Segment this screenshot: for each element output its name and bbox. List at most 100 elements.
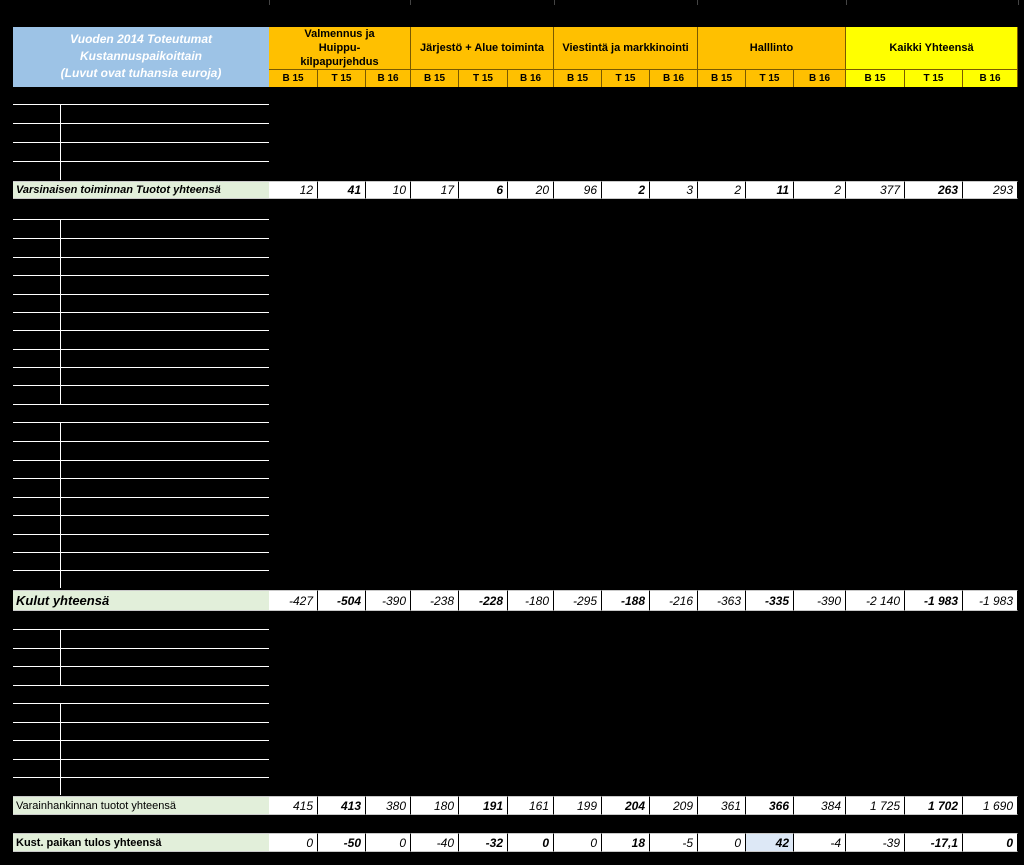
value-cell: 377 [846,181,905,199]
grid-line [13,275,269,276]
value-cell: 191 [459,796,508,815]
value-cell: -2 140 [846,590,905,611]
grid-line [60,629,61,685]
value-cell: 0 [366,833,411,852]
value-cell: -188 [602,590,650,611]
grid-line [13,330,269,331]
subheader-b15-0: B 15 [269,69,318,87]
value-cell: 1 690 [963,796,1018,815]
grid-line [13,385,269,386]
value-cell: -32 [459,833,508,852]
subheader-t15-0: T 15 [318,69,366,87]
grid-line [13,460,269,461]
value-cell: -238 [411,590,459,611]
value-cell: 20 [508,181,554,199]
value-cell: 0 [554,833,602,852]
row-label-varainhankinta: Varainhankinnan tuotot yhteensä [13,796,269,815]
grid-line [13,294,269,295]
subheader-b15-2: B 15 [554,69,602,87]
grid-line [13,312,269,313]
value-cell: -504 [318,590,366,611]
value-cell: -216 [650,590,698,611]
row-label-tulos: Kust. paikan tulos yhteensä [13,833,269,852]
value-cell: 199 [554,796,602,815]
group-header-valmennus: Valmennus ja Huippu-kilpapurjehdus [269,27,411,69]
subheader-b16-4: B 16 [963,69,1018,87]
grid-line [13,422,269,423]
value-cell: -363 [698,590,746,611]
value-cell: 415 [269,796,318,815]
value-cell: -390 [794,590,846,611]
value-cell: 384 [794,796,846,815]
value-cell: 17 [411,181,459,199]
grid-line [13,685,269,686]
group-header-viestinta: Viestintä ja markkinointi [554,27,698,69]
title-line-3: (Luvut ovat tuhansia euroja) [60,66,222,80]
row-label-tuotot: Varsinaisen toiminnan Tuotot yhteensä [13,181,269,199]
title-line-1: Vuoden 2014 Toteutumat [69,32,213,46]
grid-line [60,104,61,180]
value-cell: -40 [411,833,459,852]
group-header-hallinto: Halllinto [698,27,846,69]
grid-line [13,441,269,442]
grid-line [13,142,269,143]
value-cell: 1 702 [905,796,963,815]
value-cell: 41 [318,181,366,199]
value-cell: 180 [411,796,459,815]
value-cell: -390 [366,590,411,611]
value-cell: 18 [602,833,650,852]
value-cell: 0 [269,833,318,852]
grid-line [13,777,269,778]
grid-line [13,219,269,220]
value-cell: 2 [698,181,746,199]
value-cell: 263 [905,181,963,199]
subheader-b15-3: B 15 [698,69,746,87]
grid-line [13,740,269,741]
value-cell: 0 [963,833,1018,852]
value-cell: -4 [794,833,846,852]
grid-line [13,161,269,162]
grid-line [13,570,269,571]
value-cell: -1 983 [963,590,1018,611]
group-header-kaikki: Kaikki Yhteensä [846,27,1018,69]
value-cell: 380 [366,796,411,815]
subheader-b15-1: B 15 [411,69,459,87]
grid-line [13,722,269,723]
grid-line [13,534,269,535]
grid-line [13,367,269,368]
value-cell: 10 [366,181,411,199]
grid-line [13,515,269,516]
subheader-b16-1: B 16 [508,69,554,87]
grid-line [13,238,269,239]
value-cell: -17,1 [905,833,963,852]
grid-line [13,552,269,553]
subheader-b15-4: B 15 [846,69,905,87]
value-cell: 2 [602,181,650,199]
value-cell: 96 [554,181,602,199]
group-header-jarjesto: Järjestö + Alue toiminta [411,27,554,69]
grid-line [60,703,61,795]
value-cell: 366 [746,796,794,815]
value-cell: 3 [650,181,698,199]
value-cell: -39 [846,833,905,852]
grid-line [13,759,269,760]
subheader-t15-4: T 15 [905,69,963,87]
value-cell: 0 [508,833,554,852]
value-cell: -228 [459,590,508,611]
subheader-t15-2: T 15 [602,69,650,87]
value-cell: 12 [269,181,318,199]
grid-line [13,629,269,630]
grid-line [13,666,269,667]
value-cell: 6 [459,181,508,199]
sheet-title: Vuoden 2014 Toteutumat Kustannuspaikoitt… [13,27,269,87]
grid-line [13,123,269,124]
value-cell: -295 [554,590,602,611]
subheader-b16-2: B 16 [650,69,698,87]
subheader-t15-3: T 15 [746,69,794,87]
grid-line [13,104,269,105]
value-cell: 361 [698,796,746,815]
value-cell: 204 [602,796,650,815]
value-cell: 161 [508,796,554,815]
row-label-kulut: Kulut yhteensä [13,590,269,611]
grid-line [60,422,61,588]
